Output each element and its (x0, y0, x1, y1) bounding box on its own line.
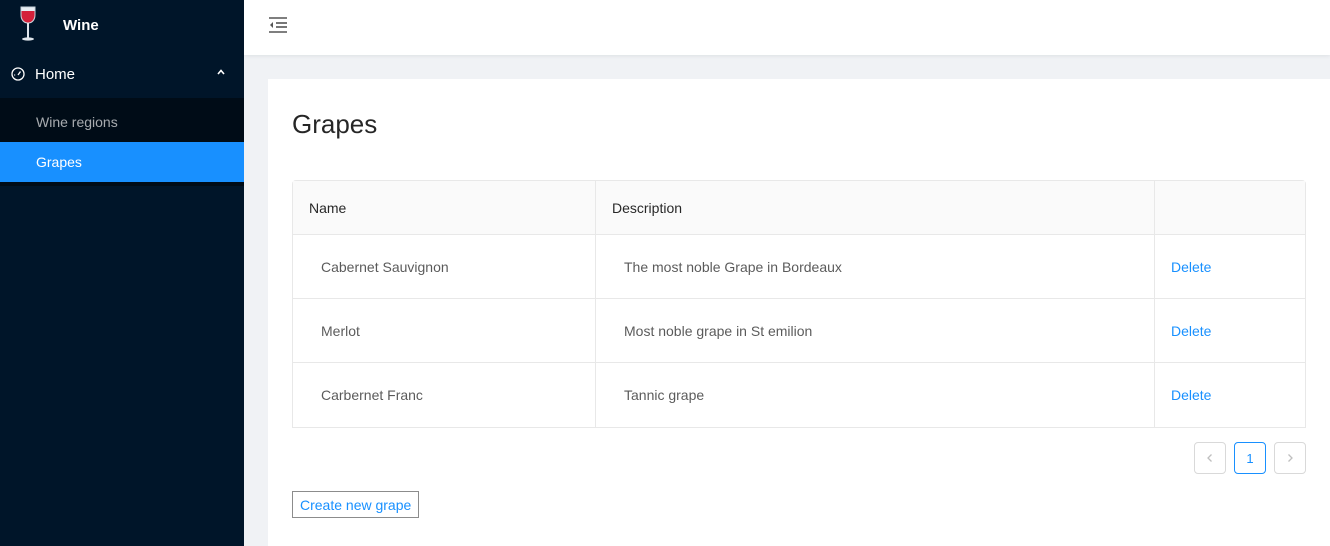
cell-description: Most noble grape in St emilion (596, 299, 1155, 362)
table-header: Name Description (293, 181, 1305, 235)
chevron-up-icon (217, 69, 225, 75)
table-row: Carbernet Franc Tannic grape Delete (293, 363, 1305, 427)
app-title: Wine (63, 16, 99, 34)
column-header-description: Description (596, 181, 1155, 234)
column-header-actions (1155, 181, 1305, 234)
cell-description: The most noble Grape in Bordeaux (596, 235, 1155, 298)
next-page-button[interactable] (1274, 442, 1306, 474)
wine-glass-icon (20, 6, 36, 41)
grapes-table: Name Description Cabernet Sauvignon The … (292, 180, 1306, 428)
table-row: Cabernet Sauvignon The most noble Grape … (293, 235, 1305, 299)
cell-description: Tannic grape (596, 363, 1155, 427)
sidebar-item-grapes[interactable]: Grapes (0, 142, 244, 182)
column-header-name: Name (293, 181, 596, 234)
delete-link[interactable]: Delete (1171, 387, 1211, 403)
page-number-button[interactable]: 1 (1234, 442, 1266, 474)
cell-name: Carbernet Franc (293, 363, 596, 427)
menu-fold-icon[interactable] (266, 13, 290, 37)
menu-group-home[interactable]: Home (0, 50, 244, 98)
page-title: Grapes (292, 109, 378, 139)
chevron-left-icon (1207, 454, 1212, 462)
create-grape-button[interactable]: Create new grape (292, 491, 420, 518)
submenu: Wine regions Grapes (0, 98, 244, 186)
sidebar: Wine Home Wine regions Grapes (0, 0, 244, 546)
header (244, 0, 1330, 55)
menu-group-label: Home (35, 65, 76, 83)
pagination: 1 (1194, 442, 1306, 474)
cell-name: Cabernet Sauvignon (293, 235, 596, 298)
logo[interactable]: Wine (0, 0, 244, 50)
dashboard-icon (11, 67, 25, 81)
main-content: Grapes Name Description Cabernet Sauvign… (268, 79, 1330, 546)
cell-name: Merlot (293, 299, 596, 362)
delete-link[interactable]: Delete (1171, 259, 1211, 275)
sidebar-item-wine-regions[interactable]: Wine regions (0, 102, 244, 142)
delete-link[interactable]: Delete (1171, 323, 1211, 339)
chevron-right-icon (1288, 454, 1293, 462)
prev-page-button[interactable] (1194, 442, 1226, 474)
table-row: Merlot Most noble grape in St emilion De… (293, 299, 1305, 363)
